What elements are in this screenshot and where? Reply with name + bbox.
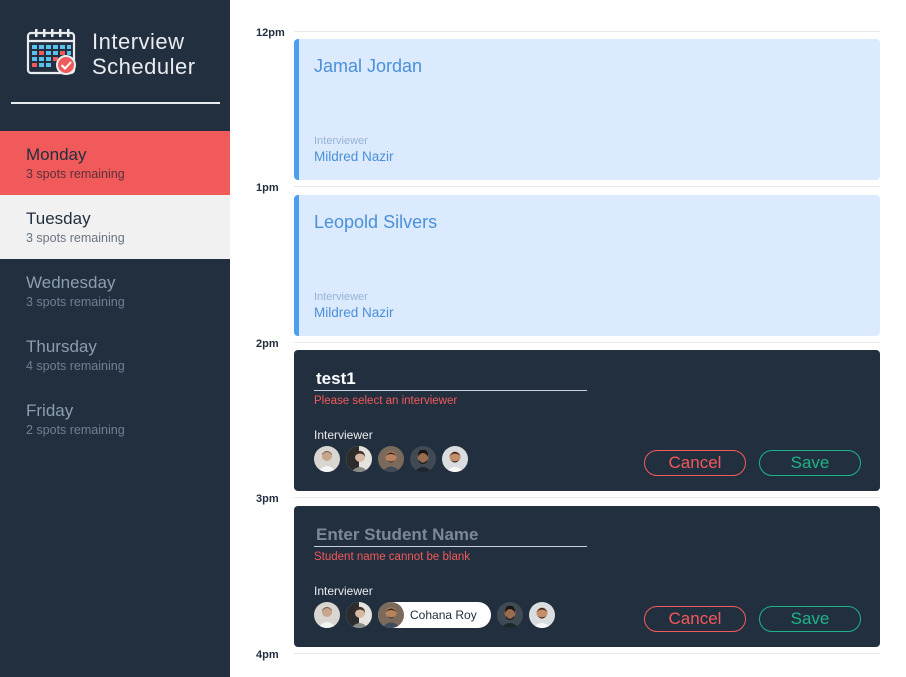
time-divider [294, 186, 880, 187]
time-label: 12pm [256, 27, 285, 39]
time-divider [294, 342, 880, 343]
student-name: Jamal Jordan [314, 56, 423, 76]
day-spots: 3 spots remaining [26, 167, 125, 181]
appointment-form: Please select an interviewer Interviewer… [294, 350, 880, 491]
validation-error: Student name cannot be blank [314, 551, 471, 563]
save-button[interactable]: Save [759, 450, 861, 476]
interviewer-list-label: Interviewer [314, 428, 373, 442]
interviewer-avatar-selected[interactable]: Cohana Roy [378, 602, 491, 628]
interviewer-list-label: Interviewer [314, 584, 373, 598]
day-spots: 3 spots remaining [26, 295, 125, 309]
student-name-input[interactable] [314, 523, 587, 547]
interviewer-avatar[interactable] [442, 446, 468, 472]
interviewer-avatar[interactable] [378, 446, 404, 472]
interviewer-avatar [378, 602, 404, 628]
sidebar: Interview Scheduler Monday 3 spots remai… [0, 0, 230, 677]
day-item-thursday[interactable]: Thursday 4 spots remaining [0, 323, 230, 387]
cancel-button[interactable]: Cancel [644, 606, 746, 632]
interviewer-avatar[interactable] [346, 446, 372, 472]
appointment-card[interactable]: Jamal Jordan Interviewer Mildred Nazir [294, 39, 880, 180]
interviewer-list [314, 446, 474, 472]
day-name: Thursday [26, 337, 97, 356]
calendar-check-icon [26, 29, 76, 75]
time-label: 4pm [256, 649, 279, 661]
interviewer-avatar[interactable] [497, 602, 523, 628]
interviewer-label: Interviewer [314, 135, 368, 147]
interviewer-avatar[interactable] [529, 602, 555, 628]
day-item-tuesday[interactable]: Tuesday 3 spots remaining [0, 195, 230, 259]
day-item-friday[interactable]: Friday 2 spots remaining [0, 387, 230, 451]
time-label: 3pm [256, 493, 279, 505]
student-name: Leopold Silvers [314, 212, 438, 232]
day-name: Wednesday [26, 273, 116, 292]
interviewer-avatar[interactable] [410, 446, 436, 472]
app-title: Interview Scheduler [92, 29, 196, 79]
day-item-wednesday[interactable]: Wednesday 3 spots remaining [0, 259, 230, 323]
day-spots: 4 spots remaining [26, 359, 125, 373]
interviewer-list: Cohana Roy [314, 602, 561, 628]
appointment-card[interactable]: Leopold Silvers Interviewer Mildred Nazi… [294, 195, 880, 336]
day-list: Monday 3 spots remaining Tuesday 3 spots… [0, 131, 230, 451]
appointment-form: Student name cannot be blank Interviewer… [294, 506, 880, 647]
day-item-monday[interactable]: Monday 3 spots remaining [0, 131, 230, 195]
selected-interviewer-name: Cohana Roy [410, 608, 477, 622]
time-divider [294, 31, 880, 32]
save-button[interactable]: Save [759, 606, 861, 632]
sidebar-divider [11, 102, 220, 104]
time-label: 2pm [256, 338, 279, 350]
validation-error: Please select an interviewer [314, 395, 458, 407]
cancel-button[interactable]: Cancel [644, 450, 746, 476]
time-divider [294, 653, 880, 654]
day-spots: 2 spots remaining [26, 423, 125, 437]
time-divider [294, 497, 880, 498]
day-name: Tuesday [26, 209, 91, 228]
student-name-input[interactable] [314, 367, 587, 391]
interviewer-name: Mildred Nazir [314, 305, 394, 320]
day-spots: 3 spots remaining [26, 231, 125, 245]
day-name: Monday [26, 145, 87, 164]
interviewer-name: Mildred Nazir [314, 149, 394, 164]
day-name: Friday [26, 401, 74, 420]
interviewer-avatar[interactable] [314, 602, 340, 628]
interviewer-label: Interviewer [314, 291, 368, 303]
interviewer-avatar[interactable] [346, 602, 372, 628]
interviewer-avatar[interactable] [314, 446, 340, 472]
time-label: 1pm [256, 182, 279, 194]
